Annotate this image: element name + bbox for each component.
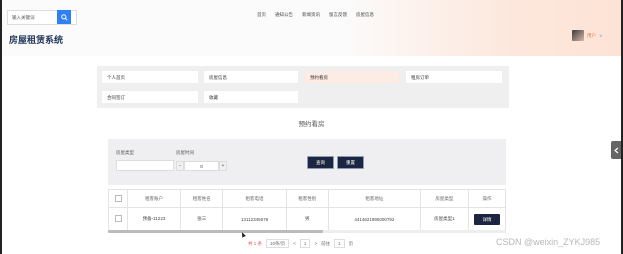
table-cell: 张三 <box>179 207 224 231</box>
appointments-table: 租客账户 租客姓名 租客电话 租客性别 租客地址 房屋类型 操作 预备-1122… <box>108 189 506 231</box>
stepper-decrement-button[interactable]: − <box>176 161 184 171</box>
column-header: 操作 <box>468 189 506 208</box>
column-header: 租客地址 <box>328 189 421 208</box>
search-button[interactable] <box>57 10 71 24</box>
column-header: 房屋类型 <box>419 189 470 208</box>
column-header: 租客姓名 <box>179 189 224 208</box>
side-collapse-handle[interactable] <box>611 141 621 159</box>
pagination: 共 1 条 10条/页 < 1 > 前往 1 页 <box>248 239 353 248</box>
table-cell: 房屋类型1 <box>419 207 470 231</box>
filter-panel: 房屋类型 房屋时间 − 0 + 查询 重置 <box>108 139 506 185</box>
house-type-label: 房屋类型 <box>116 150 134 155</box>
menu-item-house-info[interactable]: 房屋信息 <box>203 70 299 84</box>
avatar <box>572 30 584 41</box>
table-cell: 4414621995000792 <box>328 207 421 231</box>
actions-cell: 详情 <box>468 207 506 231</box>
menu-item-profile[interactable]: 个人首页 <box>101 70 199 84</box>
next-page-button[interactable]: > <box>314 241 317 246</box>
total-count: 共 1 条 <box>248 240 263 246</box>
nav-item-news[interactable]: 新闻资讯 <box>302 12 320 18</box>
header-bar: 输入关键词 首页 通知公告 新闻资讯 留言反馈 房屋信息 房屋租赁系统 用户 ∨ <box>2 0 621 56</box>
site-title: 房屋租赁系统 <box>9 35 64 45</box>
prev-page-button[interactable]: < <box>293 241 296 246</box>
page-size-select[interactable]: 10条/页 <box>266 239 290 248</box>
row-select-cell[interactable] <box>108 207 128 231</box>
user-name: 用户 <box>587 32 596 38</box>
select-all-checkbox[interactable] <box>114 194 122 202</box>
stepper-increment-button[interactable]: + <box>219 161 227 171</box>
house-type-input[interactable] <box>116 160 174 171</box>
menu-item-rental-orders[interactable]: 租房订单 <box>405 70 503 84</box>
menu-item-contract[interactable]: 合同签订 <box>101 90 199 104</box>
table-scrollbar-thumb[interactable] <box>108 230 323 233</box>
table-cell: 预备-11223 <box>127 207 181 231</box>
menu-item-favorites[interactable]: 收藏 <box>203 90 299 104</box>
column-header: 租客账户 <box>127 189 181 208</box>
table-header-row: 租客账户 租客姓名 租客电话 租客性别 租客地址 房屋类型 操作 <box>108 189 506 208</box>
page-title: 预约看房 <box>298 121 325 128</box>
chevron-left-icon <box>613 147 618 153</box>
column-header: 租客电话 <box>222 189 287 208</box>
menu-item-viewing-appointment[interactable]: 预约看房 <box>304 70 400 84</box>
select-all-cell[interactable] <box>108 189 128 208</box>
viewing-time-stepper[interactable]: 0 <box>184 161 219 171</box>
user-menu[interactable]: 用户 ∨ <box>572 30 602 41</box>
row-checkbox[interactable] <box>114 215 122 222</box>
nav-item-home[interactable]: 首页 <box>257 12 266 18</box>
page-suffix: 页 <box>348 240 354 246</box>
detail-button[interactable]: 详情 <box>474 213 500 225</box>
goto-label: 前往 <box>321 240 331 246</box>
nav-item-feedback[interactable]: 留言反馈 <box>329 12 347 18</box>
search-icon <box>60 13 68 21</box>
viewing-time-label: 房屋时间 <box>176 150 194 155</box>
top-nav: 首页 通知公告 新闻资讯 留言反馈 房屋信息 <box>257 12 374 18</box>
goto-page-input[interactable]: 1 <box>334 239 345 248</box>
column-header: 租客性别 <box>285 189 330 208</box>
chevron-down-icon: ∨ <box>599 32 603 38</box>
nav-item-houses[interactable]: 房屋信息 <box>356 12 374 18</box>
reset-button[interactable]: 重置 <box>337 156 364 169</box>
nav-item-notices[interactable]: 通知公告 <box>275 12 293 18</box>
watermark: CSDN @weixin_ZYKJ985 <box>496 237 601 247</box>
table-row: 预备-11223 张三 13112345678 男 44146219950007… <box>108 207 506 231</box>
query-button[interactable]: 查询 <box>307 156 334 169</box>
table-cell: 男 <box>285 207 330 231</box>
current-page[interactable]: 1 <box>299 239 311 248</box>
table-cell: 13112345678 <box>222 207 287 231</box>
user-center-menu: 个人首页 房屋信息 预约看房 租房订单 合同签订 收藏 <box>97 66 509 108</box>
